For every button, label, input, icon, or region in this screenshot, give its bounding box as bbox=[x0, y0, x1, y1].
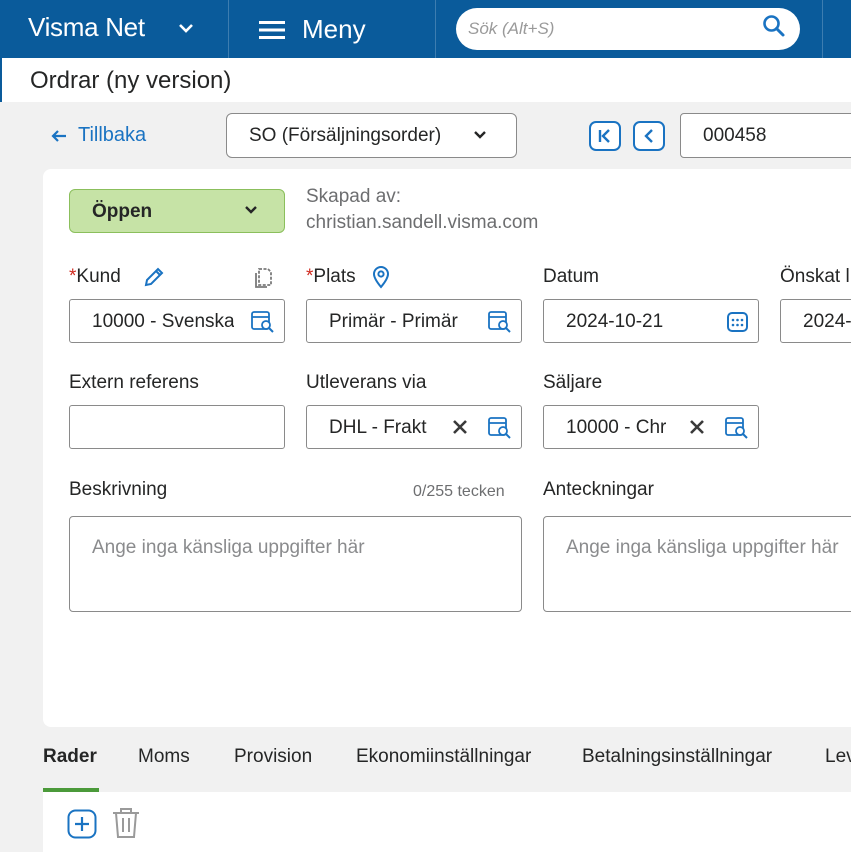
tab-provision[interactable]: Provision bbox=[234, 746, 312, 768]
menu-button[interactable] bbox=[258, 12, 286, 48]
external-reference-label: Extern referens bbox=[69, 372, 199, 393]
tab-ekonomiinstallningar[interactable]: Ekonomiinställningar bbox=[356, 746, 531, 768]
location-field[interactable]: Primär - Primär bbox=[306, 299, 522, 343]
previous-record-button[interactable] bbox=[633, 121, 665, 151]
salesperson-label: Säljare bbox=[543, 372, 603, 393]
chevron-left-icon bbox=[644, 129, 653, 143]
tab-content-area bbox=[43, 792, 851, 852]
lookup-icon[interactable] bbox=[487, 416, 513, 440]
top-navigation-bar: Visma Net Meny bbox=[0, 0, 851, 58]
ship-via-label: Utleverans via bbox=[306, 372, 427, 393]
requested-date-label: Önskat l bbox=[780, 266, 850, 287]
status-value: Öppen bbox=[92, 201, 153, 222]
location-label: *Plats bbox=[306, 266, 356, 288]
chevron-down-icon bbox=[474, 131, 486, 139]
clear-icon[interactable] bbox=[451, 418, 469, 436]
ship-via-field[interactable]: DHL - Frakt bbox=[306, 405, 522, 449]
pencil-icon[interactable] bbox=[142, 265, 166, 289]
requested-date-value: 2024- bbox=[803, 311, 851, 332]
requested-date-field[interactable]: 2024- bbox=[780, 299, 851, 343]
created-by-value: christian.sandell.visma.com bbox=[306, 212, 539, 233]
first-record-button[interactable] bbox=[589, 121, 621, 151]
description-textarea[interactable]: Ange inga känsliga uppgifter här bbox=[69, 516, 522, 612]
customer-value: 10000 - Svenska bbox=[92, 311, 234, 332]
order-type-select[interactable]: SO (Försäljningsorder) bbox=[226, 113, 517, 158]
location-pin-icon[interactable] bbox=[371, 265, 391, 289]
divider bbox=[228, 0, 229, 58]
global-search[interactable] bbox=[456, 8, 800, 50]
divider bbox=[822, 0, 823, 58]
created-by-label: Skapad av: bbox=[306, 186, 402, 207]
customer-field[interactable]: 10000 - Svenska bbox=[69, 299, 285, 343]
search-input[interactable] bbox=[468, 16, 748, 42]
tab-betalningsinstallningar[interactable]: Betalningsinställningar bbox=[582, 746, 772, 768]
search-icon[interactable] bbox=[762, 14, 786, 38]
external-reference-field[interactable] bbox=[69, 405, 285, 449]
tab-moms[interactable]: Moms bbox=[138, 746, 190, 768]
copy-icon[interactable] bbox=[252, 265, 276, 289]
chevron-down-icon[interactable] bbox=[178, 22, 194, 34]
salesperson-field[interactable]: 10000 - Chr bbox=[543, 405, 759, 449]
lookup-icon[interactable] bbox=[724, 416, 750, 440]
tab-leverans[interactable]: Lev bbox=[825, 746, 851, 768]
chevron-down-icon bbox=[245, 206, 257, 214]
lookup-icon[interactable] bbox=[487, 310, 513, 334]
ship-via-value: DHL - Frakt bbox=[329, 417, 427, 438]
customer-label: *Kund bbox=[69, 266, 121, 288]
notes-textarea[interactable]: Ange inga känsliga uppgifter här bbox=[543, 516, 851, 612]
status-select[interactable]: Öppen bbox=[69, 189, 285, 233]
first-icon bbox=[598, 129, 610, 143]
arrow-left-icon bbox=[51, 129, 66, 142]
page-title: Ordrar (ny version) bbox=[30, 67, 232, 94]
description-placeholder: Ange inga känsliga uppgifter här bbox=[92, 537, 365, 558]
character-counter: 0/255 tecken bbox=[413, 483, 505, 500]
customer-label-text: Kund bbox=[76, 266, 121, 287]
date-label: Datum bbox=[543, 266, 599, 287]
add-row-icon[interactable] bbox=[67, 809, 97, 839]
location-value: Primär - Primär bbox=[329, 311, 458, 332]
order-number-value: 000458 bbox=[703, 125, 767, 146]
date-value: 2024-10-21 bbox=[566, 311, 664, 332]
salesperson-value: 10000 - Chr bbox=[566, 417, 666, 438]
menu-label[interactable]: Meny bbox=[302, 14, 366, 45]
date-field[interactable]: 2024-10-21 bbox=[543, 299, 759, 343]
back-label: Tillbaka bbox=[78, 124, 147, 146]
order-type-value: SO (Försäljningsorder) bbox=[249, 125, 442, 146]
clear-icon[interactable] bbox=[688, 418, 706, 436]
tab-rader[interactable]: Rader bbox=[43, 746, 97, 768]
description-label: Beskrivning bbox=[69, 479, 168, 500]
notes-label: Anteckningar bbox=[543, 479, 654, 500]
hamburger-icon bbox=[259, 21, 285, 39]
back-link[interactable]: Tillbaka bbox=[50, 124, 146, 147]
calendar-icon[interactable] bbox=[726, 310, 750, 334]
lookup-icon[interactable] bbox=[250, 310, 276, 334]
brand-name[interactable]: Visma Net bbox=[28, 12, 145, 43]
location-label-text: Plats bbox=[313, 266, 356, 287]
trash-icon[interactable] bbox=[110, 806, 142, 840]
notes-placeholder: Ange inga känsliga uppgifter här bbox=[566, 537, 839, 558]
divider bbox=[435, 0, 436, 58]
order-number-field[interactable]: 000458 bbox=[680, 113, 851, 158]
